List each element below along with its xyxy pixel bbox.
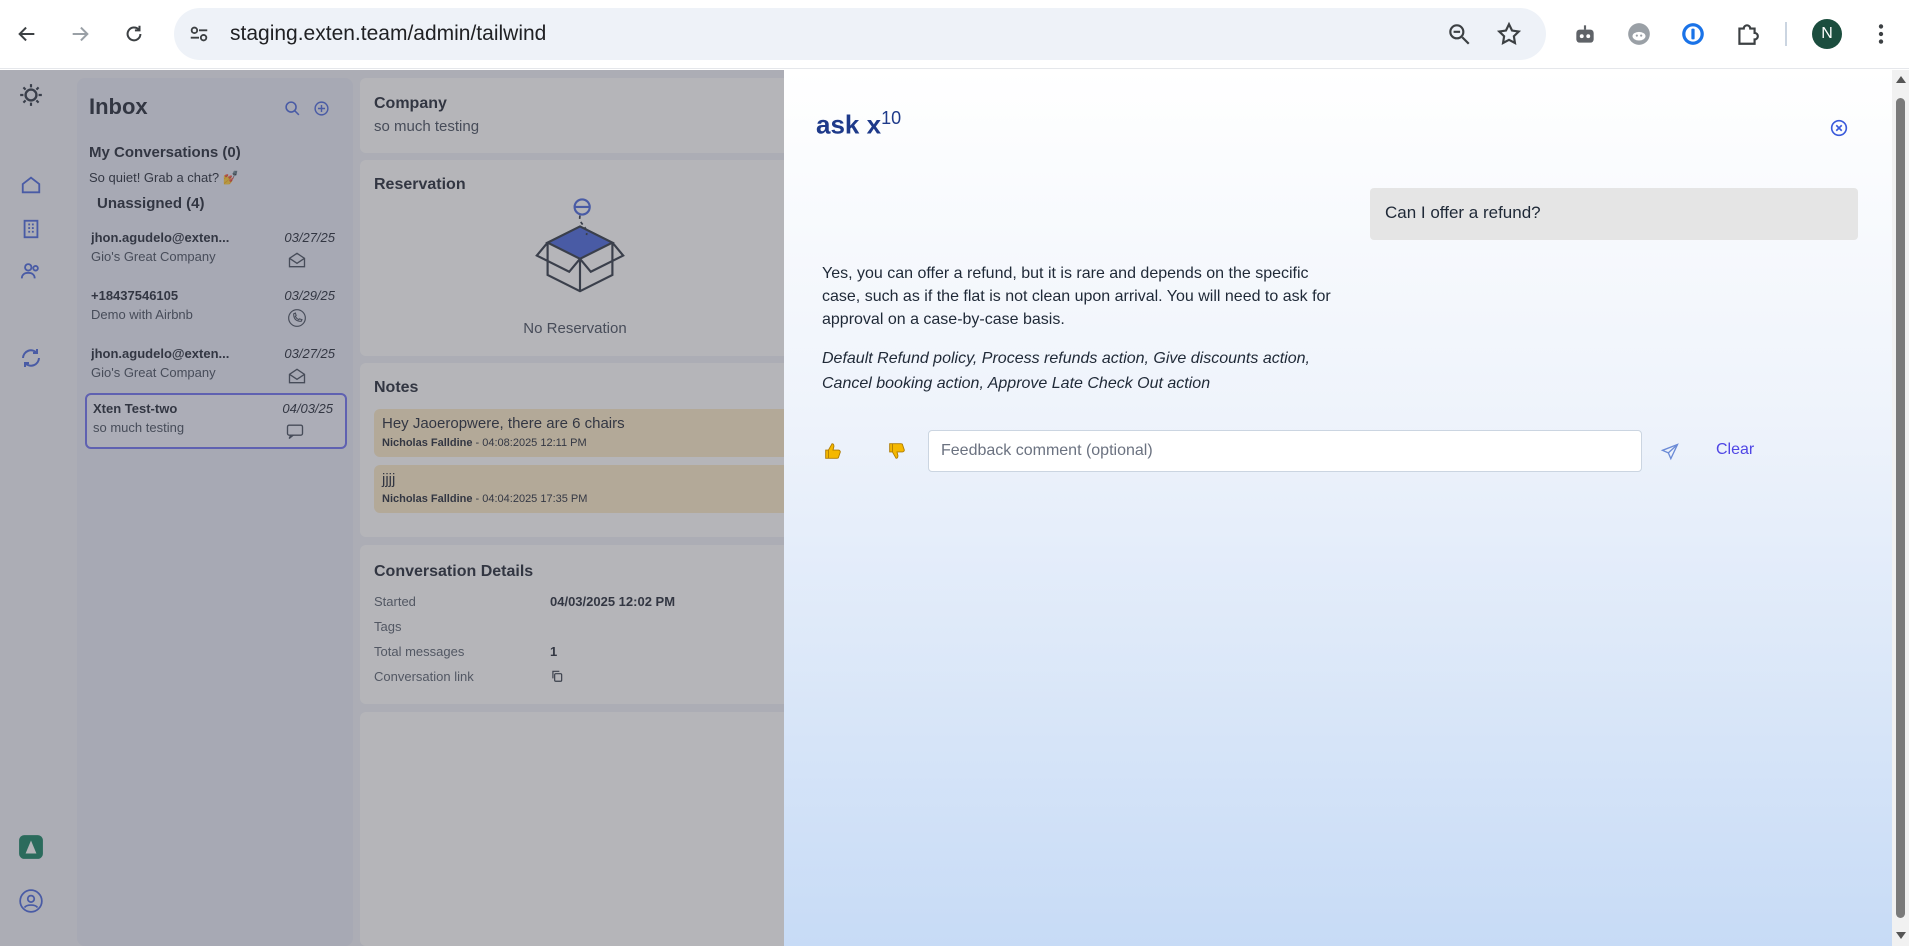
question-text: Can I offer a refund? (1385, 203, 1541, 222)
address-bar[interactable]: staging.exten.team/admin/tailwind (174, 8, 1546, 60)
back-button[interactable] (10, 17, 44, 51)
bookmark-star-icon[interactable] (1496, 21, 1522, 52)
zoom-icon[interactable] (1446, 21, 1472, 52)
send-icon[interactable] (1660, 442, 1680, 462)
user-question-bubble: Can I offer a refund? (1370, 188, 1858, 240)
thumbs-up-icon[interactable] (822, 440, 844, 462)
scroll-up-arrow-icon[interactable] (1896, 76, 1906, 83)
scrollbar-thumb[interactable] (1896, 98, 1905, 918)
ask-panel: ask x10 Can I offer a refund? Yes, you c… (784, 70, 1892, 946)
reload-button[interactable] (117, 17, 151, 51)
url-text[interactable]: staging.exten.team/admin/tailwind (230, 22, 546, 46)
feedback-input[interactable] (928, 430, 1642, 472)
profile-avatar[interactable]: N (1812, 19, 1842, 49)
panel-title-text: ask x (816, 109, 882, 140)
forward-button[interactable] (63, 17, 97, 51)
more-menu-icon[interactable] (1866, 19, 1896, 49)
clear-button[interactable]: Clear (1716, 441, 1754, 459)
browser-toolbar: staging.exten.team/admin/tailwind N (0, 0, 1909, 69)
password-manager-extension-icon[interactable] (1678, 19, 1708, 49)
page-scrollbar[interactable] (1892, 70, 1909, 946)
arrow-right-icon (72, 26, 89, 42)
close-icon[interactable] (1828, 117, 1850, 139)
answer-sources: Default Refund policy, Process refunds a… (822, 350, 1310, 392)
panel-title-superscript: 10 (881, 108, 902, 128)
scroll-down-arrow-icon[interactable] (1896, 932, 1906, 939)
answer-text: Yes, you can offer a refund, but it is r… (822, 265, 1331, 328)
puzzle-extensions-icon[interactable] (1732, 19, 1762, 49)
panel-title: ask x10 (816, 108, 901, 141)
site-settings-icon[interactable] (186, 21, 212, 47)
reddit-extension-icon[interactable] (1624, 19, 1654, 49)
thumbs-down-icon[interactable] (886, 440, 908, 462)
reload-icon (126, 25, 142, 42)
modal-backdrop[interactable] (0, 70, 784, 946)
robot-extension-icon[interactable] (1570, 19, 1600, 49)
toolbar-separator (1785, 22, 1787, 46)
arrow-left-icon (18, 26, 35, 42)
